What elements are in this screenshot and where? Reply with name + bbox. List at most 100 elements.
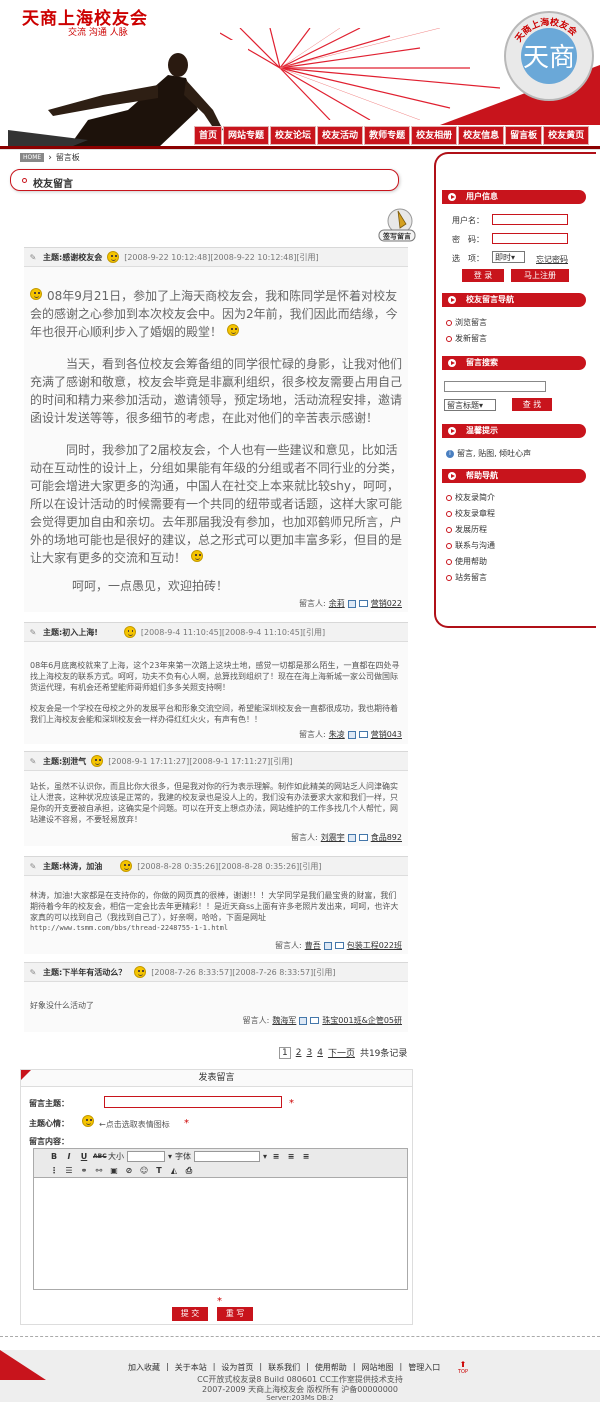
unordered-list-icon[interactable]: ☰ [63,1165,75,1176]
footer-link-1[interactable]: 关于本站 [175,1362,207,1373]
nav-item-6[interactable]: 校友信息 [458,126,505,145]
underline-button[interactable]: U [78,1151,90,1162]
sidebar-item-help-2[interactable]: 校友录章程 [446,508,495,519]
flash-icon[interactable]: ⊘ [123,1165,135,1176]
italic-button[interactable]: I [63,1151,75,1162]
author-group[interactable]: 包装工程022班 [347,940,402,951]
author-group[interactable]: 珠宝001班&企管05研 [322,1015,402,1026]
align-right-icon[interactable]: ≡ [300,1151,312,1162]
forgot-password-link[interactable]: 忘记密码 [536,254,568,265]
author-group[interactable]: 食品892 [371,832,402,843]
page-link[interactable]: 3 [306,1048,312,1058]
pencil-icon: ✎ [29,627,37,637]
sidebar-item-new[interactable]: 发新留言 [446,333,487,344]
nav-item-4[interactable]: 教师专题 [364,126,411,145]
footer-link-4[interactable]: 使用帮助 [315,1362,347,1373]
search-button[interactable]: 查 找 [512,398,552,411]
post-link[interactable]: http://www.tsmm.com/bbs/thread-2248755-1… [30,923,402,934]
footer-link-0[interactable]: 加入收藏 [128,1362,160,1373]
preview-icon[interactable]: ⎙ [183,1165,195,1176]
author-group[interactable]: 营销043 [371,729,402,740]
sidebar-item-help-3[interactable]: 发展历程 [446,524,487,535]
login-option-select[interactable]: 即时▾ [492,251,525,263]
sign-guestbook-button[interactable]: 签写留言 [378,208,416,242]
font-select[interactable] [194,1151,261,1162]
content-editor[interactable] [33,1178,408,1290]
nav-item-2[interactable]: 校友论坛 [270,126,317,145]
reply-icon[interactable] [347,833,356,842]
reply-icon[interactable] [299,1016,308,1025]
reply-icon[interactable] [323,941,332,950]
submit-button[interactable]: 提 交 [172,1307,208,1321]
sidebar-item-help-5[interactable]: 使用帮助 [446,556,487,567]
page-link[interactable]: 4 [317,1048,323,1058]
footer-link-3[interactable]: 联系我们 [268,1362,300,1373]
sidebar-item-browse[interactable]: 浏览留言 [446,317,487,328]
mail-icon[interactable] [358,600,368,607]
author-link[interactable]: 朱凌 [329,729,345,740]
nav-item-3[interactable]: 校友活动 [317,126,364,145]
required-mark: * [184,1118,189,1129]
footer-link-6[interactable]: 管理入口 [408,1362,440,1373]
sidebar-item-help-6[interactable]: 站务留言 [446,572,487,583]
image-icon[interactable]: ▣ [108,1165,120,1176]
page-link[interactable]: 2 [296,1048,302,1058]
author-link[interactable]: 魏海军 [272,1015,296,1026]
bold-button[interactable]: B [48,1151,60,1162]
author-link[interactable]: 刘震宇 [321,832,345,843]
ordered-list-icon[interactable]: ⋮ [48,1165,60,1176]
subject-label: 留言主题： [29,1099,69,1108]
nav-strip [0,146,600,149]
next-page-link[interactable]: 下一页 [328,1046,355,1059]
mail-icon[interactable] [358,731,368,738]
nav-item-8[interactable]: 校友黄页 [543,126,590,145]
mail-icon[interactable] [334,942,344,949]
sidebar-item-help-1[interactable]: 校友录简介 [446,492,495,503]
svg-text:签写留言: 签写留言 [382,232,411,241]
reply-icon[interactable] [347,599,356,608]
username-input[interactable] [492,214,568,225]
post-subject[interactable]: 主题:别泄气 [43,756,86,767]
post-subject[interactable]: 主题:林涛，加油 [43,861,102,872]
back-to-top-icon[interactable]: ⬆ TOP [458,1360,468,1375]
subject-input[interactable] [104,1096,282,1108]
tip-header: 温馨提示 [442,424,586,438]
emoticon-icon[interactable]: ☺ [138,1165,150,1176]
nav-item-0[interactable]: 首页 [194,126,223,145]
align-left-icon[interactable]: ≡ [270,1151,282,1162]
author-link[interactable]: 曹吾 [305,940,321,951]
link-icon[interactable]: ⚭ [78,1165,90,1176]
sidebar-item-help-4[interactable]: 联系与沟通 [446,540,495,551]
align-center-icon[interactable]: ≡ [285,1151,297,1162]
footer-link-2[interactable]: 设为首页 [221,1362,253,1373]
mood-smiley-icon[interactable] [82,1115,94,1127]
mail-icon[interactable] [358,834,368,841]
home-badge[interactable]: HOME [20,153,45,162]
message-nav-header: 校友留言导航 [442,293,586,307]
page-link-current[interactable]: 1 [279,1046,291,1059]
mail-icon[interactable] [310,1017,320,1024]
unlink-icon[interactable]: ⚯ [93,1165,105,1176]
login-button[interactable]: 登 录 [462,269,504,282]
author-link[interactable]: 余莉 [329,598,345,609]
post-subject[interactable]: 主题:初入上海! [43,627,98,638]
bg-color-icon[interactable]: ◭ [168,1165,180,1176]
search-input[interactable] [444,381,546,392]
strike-button[interactable]: ABC [93,1151,107,1162]
site-footer: 加入收藏 | 关于本站 | 设为首页 | 联系我们 | 使用帮助 | 网站地图 | 管理入口 ⬆ TOP … [0,1350,600,1402]
register-button[interactable]: 马上注册 [511,269,569,282]
search-field-select[interactable]: 留言标题▾ [444,399,496,411]
password-input[interactable] [492,233,568,244]
nav-item-5[interactable]: 校友相册 [411,126,458,145]
text-color-icon[interactable]: T [153,1165,165,1176]
font-label: 字体 [175,1152,192,1161]
reply-icon[interactable] [347,730,356,739]
size-select[interactable] [127,1151,165,1162]
post-subject[interactable]: 主题:感谢校友会 [43,252,102,263]
author-group[interactable]: 营销022 [371,598,402,609]
reset-button[interactable]: 重 写 [217,1307,253,1321]
footer-link-5[interactable]: 网站地图 [362,1362,394,1373]
post-subject[interactable]: 主题:下半年有活动么？ [43,967,126,978]
nav-item-1[interactable]: 网站专题 [223,126,270,145]
nav-item-7[interactable]: 留言板 [505,126,543,145]
